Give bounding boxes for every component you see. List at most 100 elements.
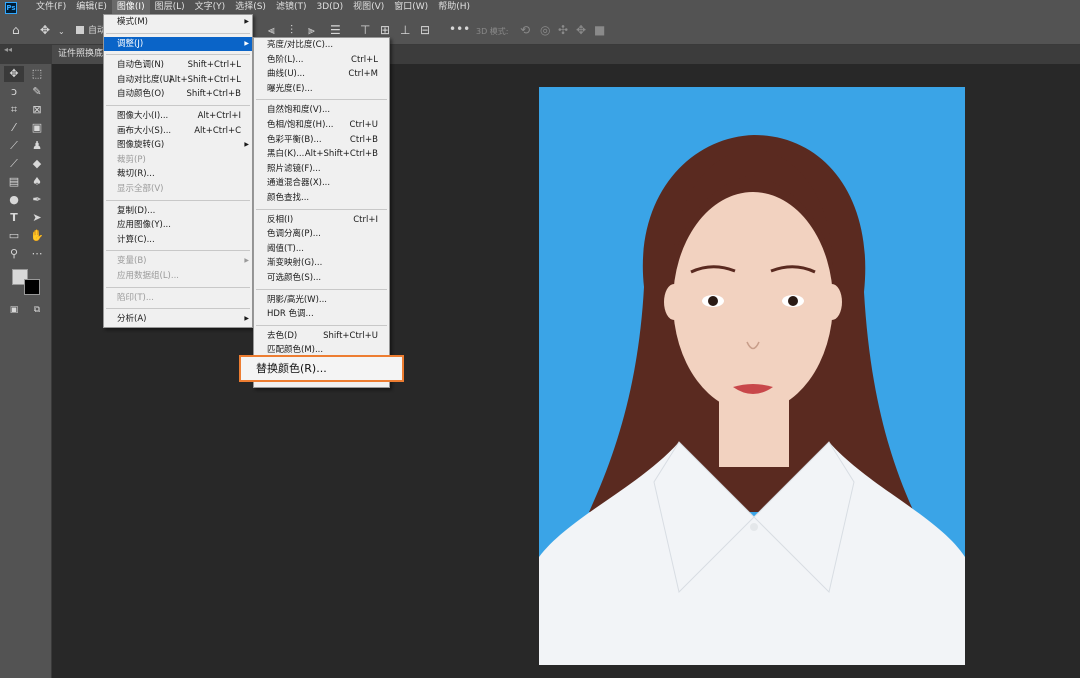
image-menu-item[interactable]: 应用图像(Y)...: [104, 218, 252, 233]
image-menu-item[interactable]: 裁切(R)...: [104, 167, 252, 182]
adjust-menu-item-label: 阈值(T)...: [267, 243, 304, 254]
adjust-menu-item[interactable]: 曲线(U)... Ctrl+M: [254, 67, 389, 82]
image-menu-item-label: 调整(J): [117, 38, 144, 49]
adjust-menu-item-label: 通道混合器(X)...: [267, 178, 331, 189]
replace-color-menu-item-callout[interactable]: 替换颜色(R)...: [239, 355, 404, 382]
brush-tool-icon[interactable]: ⟋: [4, 138, 24, 154]
adjust-menu-item[interactable]: 亮度/对比度(C)...: [254, 38, 389, 53]
lasso-tool-icon[interactable]: ↄ: [4, 84, 24, 100]
adjust-menu-item[interactable]: 自然饱和度(V)...: [254, 103, 389, 118]
image-menu-item[interactable]: 模式(M) ▶: [104, 15, 252, 30]
background-color-swatch[interactable]: [24, 279, 40, 295]
dodge-tool-icon[interactable]: ●: [4, 192, 24, 208]
adjust-menu-item[interactable]: 阴影/高光(W)...: [254, 293, 389, 308]
quick-select-icon[interactable]: ✎: [27, 84, 47, 100]
menu-edit[interactable]: 编辑(E): [71, 0, 112, 15]
adjust-menu-item-shortcut: Ctrl+L: [351, 54, 378, 65]
align-top-icon[interactable]: ⊤: [360, 23, 370, 37]
hand-tool-icon[interactable]: ✋: [27, 228, 47, 244]
tools-panel: ✥ ⬚ ↄ ✎ ⌗ ⊠ ⁄ ▣ ⟋ ♟ ⟋ ◆ ▤ ♠ ● ✒ T ➤ ▭ ✋ …: [0, 64, 52, 678]
adjust-menu-item-label: 阴影/高光(W)...: [267, 294, 328, 305]
pen-tool-icon[interactable]: ✒: [27, 192, 47, 208]
image-menu-item[interactable]: 图像旋转(G) ▶: [104, 138, 252, 153]
adjust-menu-item[interactable]: 色阶(L)... Ctrl+L: [254, 53, 389, 68]
stamp-tool-icon[interactable]: ♟: [27, 138, 47, 154]
menu-separator: [106, 250, 250, 252]
type-tool-icon[interactable]: T: [4, 210, 24, 226]
move-tool-icon[interactable]: ✥: [4, 66, 24, 82]
adjust-menu-item[interactable]: 渐变映射(G)...: [254, 256, 389, 271]
crop-tool-icon[interactable]: ⌗: [4, 102, 24, 118]
more-tools-icon[interactable]: ⋯: [27, 246, 47, 262]
document-tab[interactable]: 证件照换底: [52, 45, 110, 64]
image-menu-item[interactable]: 分析(A) ▶: [104, 312, 252, 327]
frame-tool-icon[interactable]: ⊠: [27, 102, 47, 118]
align-left-icon[interactable]: ⫷: [268, 23, 275, 37]
adjust-menu-item[interactable]: 色调分离(P)...: [254, 227, 389, 242]
auto-select-checkbox[interactable]: [76, 26, 84, 34]
menu-3d[interactable]: 3D(D): [311, 0, 348, 15]
adjust-menu-item[interactable]: 可选颜色(S)...: [254, 271, 389, 286]
menu-file[interactable]: 文件(F): [31, 0, 71, 15]
path-select-icon[interactable]: ➤: [27, 210, 47, 226]
image-menu-item[interactable]: 自动颜色(O) Shift+Ctrl+B: [104, 87, 252, 102]
image-menu-item[interactable]: 画布大小(S)... Alt+Ctrl+C: [104, 124, 252, 139]
rectangle-tool-icon[interactable]: ▭: [4, 228, 24, 244]
image-menu-item[interactable]: 自动色调(N) Shift+Ctrl+L: [104, 58, 252, 73]
collapse-panel-icon[interactable]: ◂◂: [4, 45, 12, 54]
home-icon[interactable]: ⌂: [12, 23, 20, 37]
menu-help[interactable]: 帮助(H): [433, 0, 475, 15]
adjust-menu-item[interactable]: 通道混合器(X)...: [254, 176, 389, 191]
menu-image[interactable]: 图像(I): [111, 0, 150, 15]
adjust-menu-item[interactable]: 反相(I) Ctrl+I: [254, 213, 389, 228]
quick-mask-icon[interactable]: ▣: [4, 302, 24, 318]
more-options-icon[interactable]: •••: [449, 22, 470, 36]
screen-mode-icon[interactable]: ⧉: [27, 302, 47, 318]
3d-drag-icon: ✣: [558, 23, 569, 37]
3d-slide-icon: ✥: [576, 23, 587, 37]
menu-view[interactable]: 视图(V): [348, 0, 389, 15]
image-menu-item-label: 自动色调(N): [117, 60, 164, 71]
gradient-tool-icon[interactable]: ▤: [4, 174, 24, 190]
adjust-menu-item[interactable]: 曝光度(E)...: [254, 82, 389, 97]
marquee-tool-icon[interactable]: ⬚: [27, 66, 47, 82]
image-menu-item[interactable]: 调整(J) ▶: [104, 36, 252, 52]
submenu-arrow-icon: ▶: [244, 141, 249, 149]
adjust-menu-item-shortcut: Shift+Ctrl+U: [323, 330, 378, 341]
image-menu-item-label: 变量(B): [117, 256, 147, 267]
image-menu-item-label: 应用图像(Y)...: [117, 220, 171, 231]
menu-window[interactable]: 窗口(W): [389, 0, 433, 15]
image-menu-item[interactable]: 自动对比度(U) Alt+Shift+Ctrl+L: [104, 73, 252, 88]
distribute-vertical-icon[interactable]: ⊟: [420, 23, 430, 37]
blur-tool-icon[interactable]: ♠: [27, 174, 47, 190]
history-brush-icon[interactable]: ⟋: [4, 156, 24, 172]
menu-layer[interactable]: 图层(L): [150, 0, 190, 15]
align-center-icon[interactable]: ⫶: [290, 23, 293, 37]
adjust-menu-item-shortcut: Ctrl+M: [348, 69, 378, 80]
image-menu-item[interactable]: 计算(C)...: [104, 233, 252, 248]
move-tool-icon[interactable]: ✥: [40, 23, 50, 37]
menu-select[interactable]: 选择(S): [230, 0, 271, 15]
align-bottom-icon[interactable]: ⊥: [400, 23, 410, 37]
zoom-tool-icon[interactable]: ⚲: [4, 246, 24, 262]
align-middle-icon[interactable]: ⊞: [380, 23, 390, 37]
menu-filter[interactable]: 滤镜(T): [271, 0, 312, 15]
adjust-menu-item[interactable]: 色相/饱和度(H)... Ctrl+U: [254, 118, 389, 133]
align-right-icon[interactable]: ⫸: [308, 23, 315, 37]
image-menu-item-label: 自动对比度(U): [117, 74, 173, 85]
image-menu-item[interactable]: 复制(D)...: [104, 204, 252, 219]
healing-brush-icon[interactable]: ▣: [27, 120, 47, 136]
adjust-menu-item[interactable]: 照片滤镜(F)...: [254, 162, 389, 177]
adjust-menu-item[interactable]: 颜色查找...: [254, 191, 389, 206]
menu-type[interactable]: 文字(Y): [190, 0, 231, 15]
distribute-icon[interactable]: ☰: [330, 23, 341, 37]
adjust-menu-item[interactable]: 色彩平衡(B)... Ctrl+B: [254, 133, 389, 148]
adjust-menu-item[interactable]: 阈值(T)...: [254, 242, 389, 257]
adjust-menu-item[interactable]: 去色(D) Shift+Ctrl+U: [254, 329, 389, 344]
adjust-menu-item[interactable]: 黑白(K)... Alt+Shift+Ctrl+B: [254, 147, 389, 162]
adjust-menu-item[interactable]: HDR 色调...: [254, 307, 389, 322]
eraser-icon[interactable]: ◆: [27, 156, 47, 172]
eyedropper-icon[interactable]: ⁄: [4, 120, 24, 136]
image-menu-item[interactable]: 图像大小(I)... Alt+Ctrl+I: [104, 109, 252, 124]
chevron-down-icon[interactable]: ⌄: [58, 25, 65, 39]
